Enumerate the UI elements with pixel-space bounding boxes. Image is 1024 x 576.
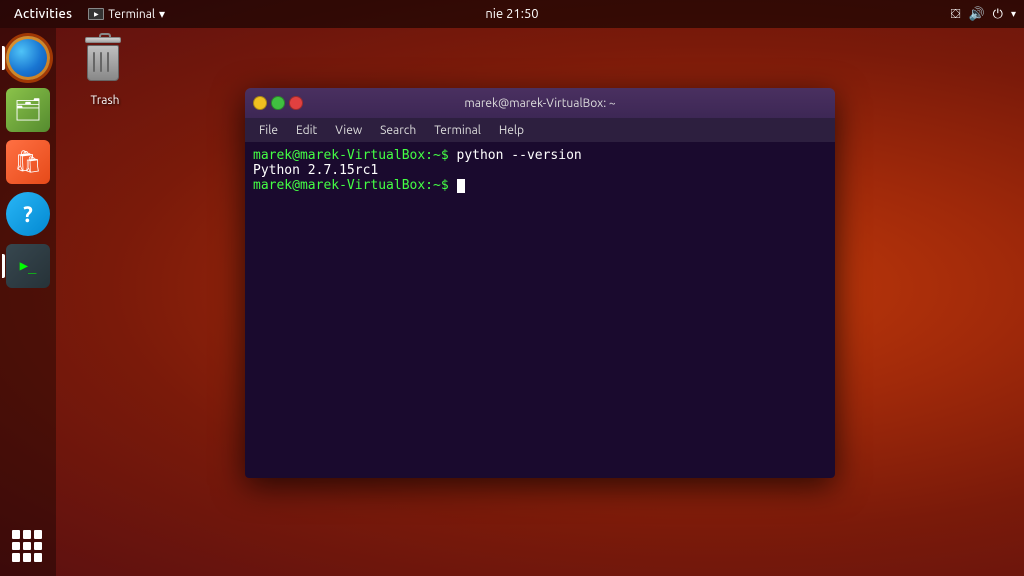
trash-body <box>87 45 119 81</box>
minimize-button[interactable] <box>253 96 267 110</box>
sidebar-dock: 🗂 🛍 ? ▶_ <box>0 28 56 576</box>
menu-edit[interactable]: Edit <box>288 122 325 139</box>
terminal-titlebar: marek@marek-VirtualBox: ~ <box>245 88 835 118</box>
terminal-prompt-1: marek@marek-VirtualBox:~$ <box>253 148 449 163</box>
desktop: 🗂 🛍 ? ▶_ <box>0 28 1024 576</box>
terminal-prompt-2: marek@marek-VirtualBox:~$ <box>253 178 449 193</box>
menu-file[interactable]: File <box>251 122 286 139</box>
terminal-body[interactable]: marek@marek-VirtualBox:~$ python --versi… <box>245 142 835 478</box>
sound-icon[interactable]: 🔊 <box>968 7 984 22</box>
terminal-cursor-area <box>449 178 465 193</box>
menu-help[interactable]: Help <box>491 122 532 139</box>
terminal-window: marek@marek-VirtualBox: ~ File Edit View… <box>245 88 835 478</box>
sidebar-item-firefox[interactable] <box>6 36 50 80</box>
sidebar-item-files[interactable]: 🗂 <box>6 88 50 132</box>
trash-label: Trash <box>90 94 119 107</box>
terminal-app-label: Terminal <box>108 8 155 21</box>
topbar-left: Activities Terminal ▾ <box>8 7 171 21</box>
close-button[interactable] <box>289 96 303 110</box>
trash-lines <box>93 52 109 72</box>
trash-desktop-icon[interactable]: Trash <box>70 42 140 107</box>
window-controls <box>253 96 303 110</box>
terminal-line-3: marek@marek-VirtualBox:~$ <box>253 178 827 193</box>
tray-chevron-icon[interactable]: ▾ <box>1011 8 1016 20</box>
sidebar-item-terminal[interactable]: ▶_ <box>6 244 50 288</box>
terminal-output-1: Python 2.7.15rc1 <box>253 163 378 178</box>
menu-search[interactable]: Search <box>372 122 424 139</box>
network-icon[interactable]: ⛋ <box>951 7 961 22</box>
window-title: marek@marek-VirtualBox: ~ <box>464 97 615 110</box>
sidebar-item-help[interactable]: ? <box>6 192 50 236</box>
terminal-line-1: marek@marek-VirtualBox:~$ python --versi… <box>253 148 827 163</box>
sidebar-item-appcenter[interactable]: 🛍 <box>6 140 50 184</box>
topbar-clock[interactable]: nie 21:50 <box>485 7 538 21</box>
maximize-button[interactable] <box>271 96 285 110</box>
trash-icon <box>81 42 129 90</box>
trash-lid <box>85 37 121 43</box>
topbar: Activities Terminal ▾ nie 21:50 ⛋ 🔊 ⏻ ▾ <box>0 0 1024 28</box>
power-icon[interactable]: ⏻ <box>993 7 1003 22</box>
menu-view[interactable]: View <box>327 122 370 139</box>
terminal-app-chevron: ▾ <box>159 7 165 21</box>
terminal-app-icon <box>88 8 104 20</box>
terminal-menubar: File Edit View Search Terminal Help <box>245 118 835 142</box>
sidebar-item-show-apps[interactable] <box>6 524 50 568</box>
topbar-tray: ⛋ 🔊 ⏻ ▾ <box>951 7 1016 22</box>
activities-button[interactable]: Activities <box>8 7 78 21</box>
terminal-cursor <box>457 179 465 193</box>
terminal-line-2: Python 2.7.15rc1 <box>253 163 827 178</box>
terminal-app-button[interactable]: Terminal ▾ <box>82 7 171 21</box>
terminal-command-1: python --version <box>449 148 582 163</box>
menu-terminal[interactable]: Terminal <box>426 122 489 139</box>
